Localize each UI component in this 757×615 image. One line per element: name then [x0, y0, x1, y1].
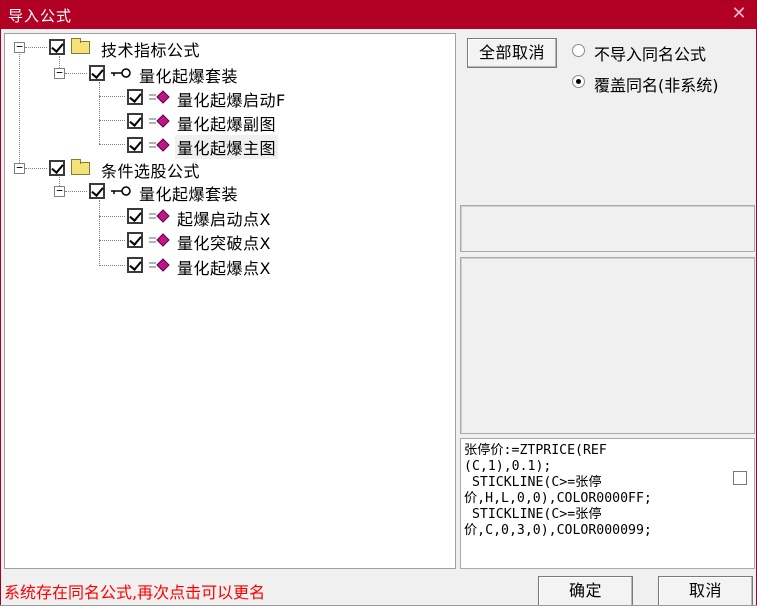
formula-icon: [149, 138, 170, 152]
checkbox-checked[interactable]: [127, 89, 143, 105]
key-icon: [111, 68, 131, 78]
import-formula-dialog: 导入公式 ✕ − 技术指标公式 − 量化起爆套装 量化起爆启动F 量化起爆副图 …: [0, 0, 757, 615]
folder-icon: [71, 159, 90, 175]
tree-node-label: 起爆启动点X: [177, 210, 271, 229]
tree-node-set[interactable]: − 量化起爆套装: [5, 180, 285, 204]
formula-icon: [149, 209, 170, 223]
collapse-icon[interactable]: −: [54, 67, 65, 79]
info-box: [460, 205, 755, 252]
tree-node-label: 量化起爆点X: [177, 259, 271, 278]
tree-node-formula[interactable]: 量化突破点X: [5, 229, 305, 253]
tree-node-group-indicators[interactable]: − 技术指标公式: [5, 36, 265, 60]
ok-button[interactable]: 确定: [538, 576, 633, 607]
radio-skip-duplicates[interactable]: 不导入同名公式: [572, 41, 742, 64]
key-icon: [111, 186, 131, 196]
tree-node-label: 量化起爆副图: [177, 115, 277, 134]
checkbox-checked[interactable]: [49, 160, 65, 176]
checkbox-checked[interactable]: [127, 257, 143, 273]
tree-node-formula[interactable]: 量化起爆启动F: [5, 86, 305, 110]
radio-overwrite-duplicates[interactable]: 覆盖同名(非系统): [572, 72, 752, 95]
formula-icon: [149, 90, 170, 104]
status-message: 系统存在同名公式,再次点击可以更名: [4, 583, 266, 602]
cancel-all-button[interactable]: 全部取消: [467, 38, 557, 68]
tree-node-group-screening[interactable]: − 条件选股公式: [5, 157, 265, 181]
description-box: [460, 257, 755, 434]
tree-node-label: 量化起爆套装: [139, 67, 239, 86]
tree-node-label: 量化突破点X: [177, 234, 271, 253]
tree-node-formula[interactable]: 量化起爆主图: [5, 134, 305, 159]
formula-icon: [149, 114, 170, 128]
radio-label: 覆盖同名(非系统): [594, 76, 719, 95]
formula-code-preview[interactable]: 张停价:=ZTPRICE(REF (C,1),0.1); STICKLINE(C…: [460, 438, 755, 569]
tree-node-label: 量化起爆套装: [139, 185, 239, 204]
title-bar: 导入公式 ✕: [1, 1, 756, 29]
checkbox-checked[interactable]: [89, 183, 105, 199]
radio-label: 不导入同名公式: [594, 45, 707, 64]
checkbox-checked[interactable]: [127, 208, 143, 224]
radio-selected-icon[interactable]: [572, 75, 585, 88]
formula-code-text: 张停价:=ZTPRICE(REF (C,1),0.1); STICKLINE(C…: [464, 443, 652, 538]
formula-tree: − 技术指标公式 − 量化起爆套装 量化起爆启动F 量化起爆副图 量化起爆主图 …: [4, 33, 456, 569]
checkbox-checked[interactable]: [127, 232, 143, 248]
checkbox-unchecked[interactable]: [733, 471, 747, 485]
checkbox-checked[interactable]: [127, 137, 143, 153]
tree-node-label: 量化起爆启动F: [177, 91, 286, 110]
tree-node-label: 技术指标公式: [101, 41, 201, 60]
folder-icon: [71, 38, 90, 54]
background-window-strip: [0, 605, 757, 615]
collapse-icon[interactable]: −: [54, 185, 65, 197]
tree-node-formula[interactable]: 量化起爆点X: [5, 254, 305, 278]
tree-node-label: 条件选股公式: [101, 162, 201, 181]
formula-icon: [149, 233, 170, 247]
checkbox-checked[interactable]: [127, 113, 143, 129]
close-icon[interactable]: ✕: [728, 3, 750, 25]
collapse-icon[interactable]: −: [14, 162, 25, 174]
radio-icon[interactable]: [572, 44, 585, 57]
checkbox-checked[interactable]: [89, 65, 105, 81]
tree-node-formula[interactable]: 量化起爆副图: [5, 110, 305, 134]
tree-node-formula[interactable]: 起爆启动点X: [5, 205, 305, 229]
window-title: 导入公式: [8, 7, 73, 25]
cancel-button[interactable]: 取消: [658, 576, 753, 607]
collapse-icon[interactable]: −: [14, 41, 25, 53]
tree-node-set[interactable]: − 量化起爆套装: [5, 62, 285, 86]
checkbox-checked[interactable]: [49, 39, 65, 55]
formula-icon: [149, 258, 170, 272]
tree-node-label-selected: 量化起爆主图: [175, 135, 279, 159]
